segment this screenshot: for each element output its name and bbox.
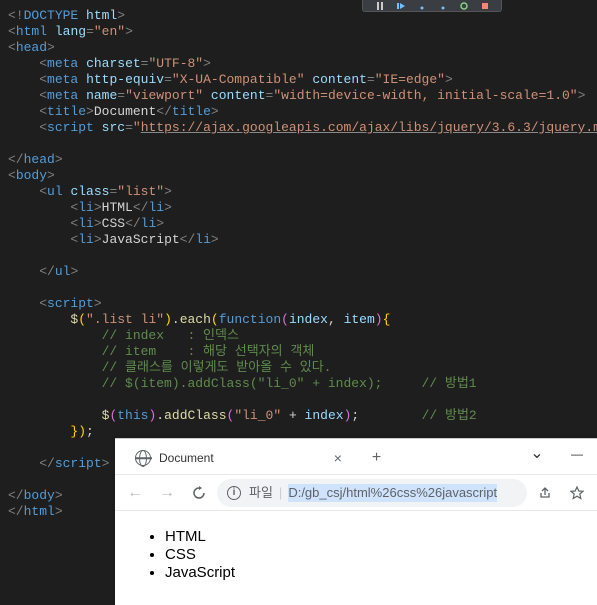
debug-toolbar [362,0,502,12]
bookmark-star-icon[interactable] [563,479,591,507]
code-line[interactable]: // $(item).addClass("li_0" + index); // … [8,376,597,392]
code-line[interactable]: <li>CSS</li> [8,216,597,232]
list-item: CSS [165,547,577,563]
browser-window: Document × + ⌄ — ← → i 파일 | D:/gb_csj/ht… [115,438,597,605]
pause-icon[interactable] [374,2,386,10]
code-line[interactable]: <li>JavaScript</li> [8,232,597,248]
list: HTML CSS JavaScript [135,529,577,581]
code-line[interactable]: <meta name="viewport" content="width=dev… [8,88,597,104]
url-box[interactable]: i 파일 | D:/gb_csj/html%26css%26javascript [217,479,527,507]
code-line[interactable]: <li>HTML</li> [8,200,597,216]
tab-title: Document [159,450,214,466]
code-line[interactable]: <script> [8,296,597,312]
reload-button[interactable] [185,479,213,507]
code-line[interactable]: <script src="https://ajax.googleapis.com… [8,120,597,136]
url-path: D:/gb_csj/html%26css%26javascript [288,484,497,502]
code-line[interactable]: </head> [8,152,597,168]
window-minimize-icon[interactable]: ⌄ [517,439,557,469]
code-line[interactable] [8,136,597,152]
restart-icon[interactable] [458,2,470,10]
url-label: 파일 [249,485,273,501]
code-line[interactable]: // index : 인덱스 [8,328,597,344]
list-item: HTML [165,529,577,545]
code-line[interactable]: </ul> [8,264,597,280]
page-content: HTML CSS JavaScript [115,511,597,599]
code-line[interactable]: <meta http-equiv="X-UA-Compatible" conte… [8,72,597,88]
browser-tab[interactable]: Document × [123,442,354,474]
back-button[interactable]: ← [121,479,149,507]
globe-icon [135,450,151,466]
address-bar: ← → i 파일 | D:/gb_csj/html%26css%26javasc… [115,475,597,511]
info-icon[interactable]: i [227,486,241,500]
code-line[interactable]: <html lang="en"> [8,24,597,40]
step-into-icon[interactable] [437,2,449,10]
forward-button[interactable]: → [153,479,181,507]
code-line[interactable]: $(".list li").each(function(index, item)… [8,312,597,328]
browser-titlebar: Document × + ⌄ — [115,439,597,475]
code-line[interactable]: <meta charset="UTF-8"> [8,56,597,72]
code-line[interactable]: <!DOCTYPE html> [8,8,597,24]
window-maximize-icon[interactable]: — [557,439,597,469]
code-line[interactable]: <body> [8,168,597,184]
code-line[interactable] [8,392,597,408]
window-controls: ⌄ — [517,439,597,469]
code-line[interactable]: <head> [8,40,597,56]
step-over-icon[interactable] [416,2,428,10]
code-line[interactable]: <ul class="list"> [8,184,597,200]
url-separator: | [279,485,282,501]
code-line[interactable]: // 클래스를 이렇게도 받아올 수 있다. [8,360,597,376]
code-line[interactable]: $(this).addClass("li_0" + index); // 방법2 [8,408,597,424]
continue-icon[interactable] [395,2,407,10]
code-line[interactable] [8,248,597,264]
tab-close-icon[interactable]: × [334,450,342,466]
code-line[interactable]: // item : 해당 선택자의 객체 [8,344,597,360]
new-tab-button[interactable]: + [372,450,381,466]
code-line[interactable]: <title>Document</title> [8,104,597,120]
list-item: JavaScript [165,565,577,581]
stop-icon[interactable] [479,2,491,10]
share-icon[interactable] [531,479,559,507]
code-line[interactable] [8,280,597,296]
